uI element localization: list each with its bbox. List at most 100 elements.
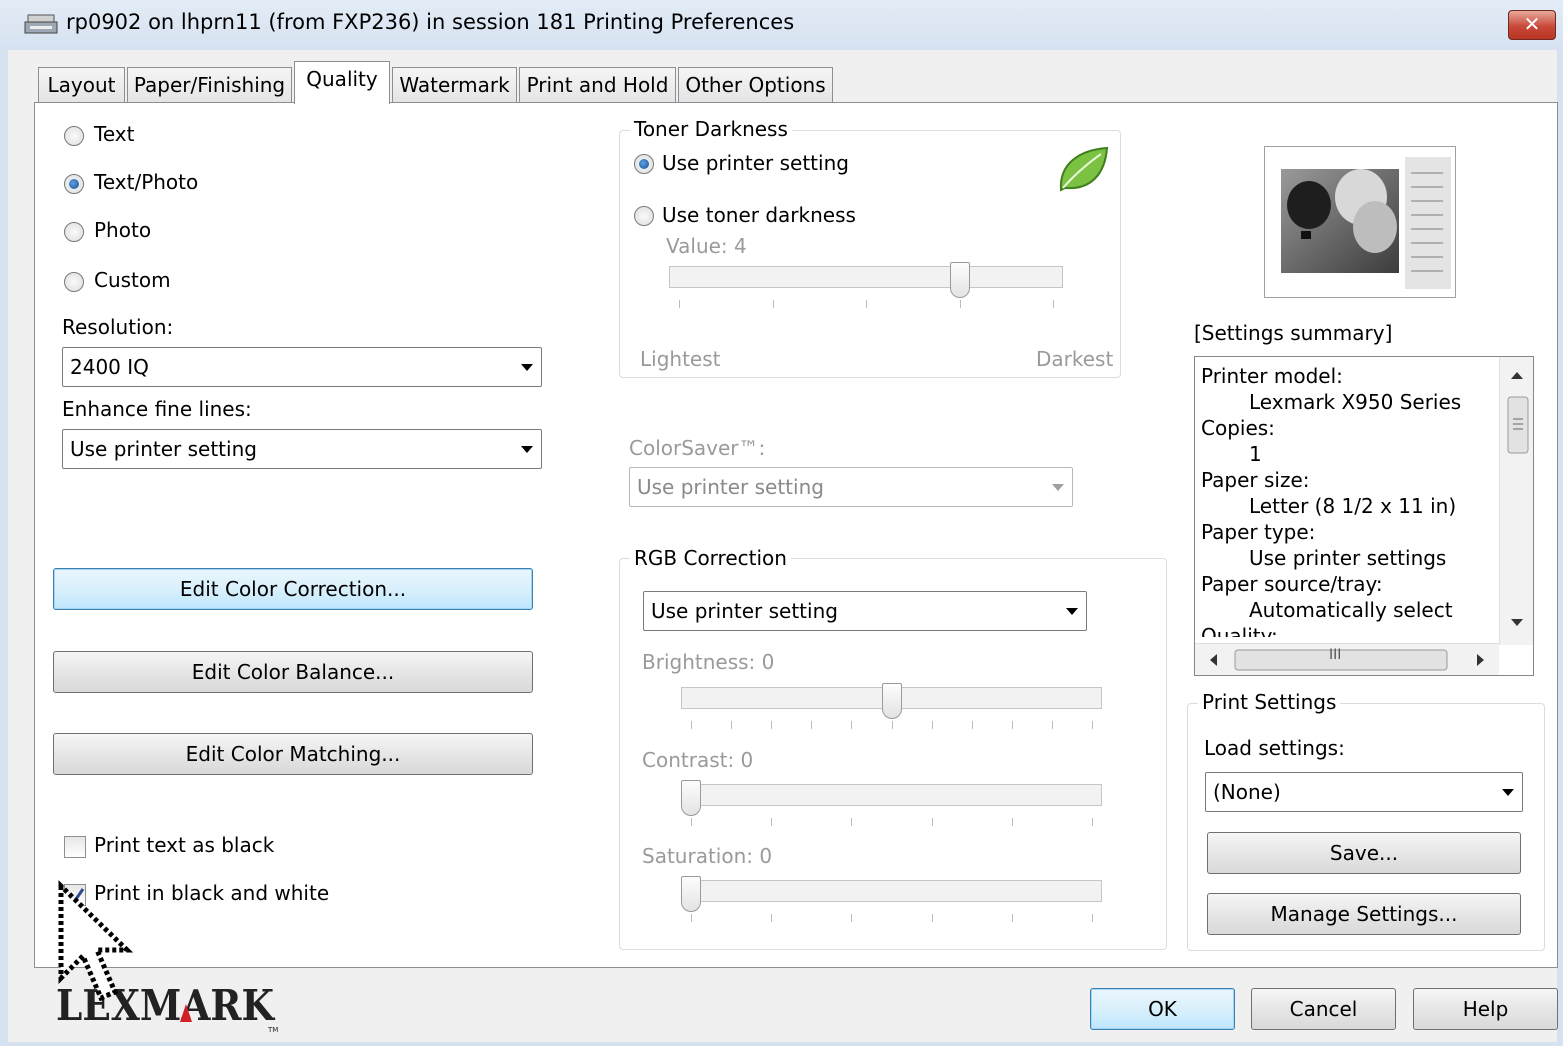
radio-use-toner-darkness[interactable] [634,206,654,226]
toner-value-label: Value: 4 [666,234,747,258]
tab-watermark[interactable]: Watermark [392,67,517,103]
toner-darkness-title: Toner Darkness [630,117,792,141]
summary-value: Lexmark X950 Series [1249,390,1462,414]
radio-text[interactable] [64,126,84,146]
slider-tick [771,721,773,729]
chevron-down-icon [521,364,533,371]
slider-tick [771,818,773,826]
colorsaver-value: Use printer setting [637,475,824,499]
slider-tick [931,818,933,826]
slider-tick [851,914,853,922]
slider-tick [1011,721,1013,729]
resolution-value: 2400 IQ [70,355,149,379]
hscroll-grip: III [1329,647,1342,663]
print-text-black-label: Print text as black [94,833,275,857]
summary-key: Copies: [1201,416,1275,440]
hscrollbar-graphic [1210,649,1484,671]
radio-photo[interactable] [64,222,84,242]
svg-text:TM: TM [267,1026,278,1034]
print-text-black-checkbox[interactable] [64,836,86,858]
radio-custom-label: Custom [94,268,171,292]
tab-print-and-hold[interactable]: Print and Hold [519,67,676,103]
load-settings-select[interactable]: (None) [1205,772,1523,812]
scroll-up-icon [1511,372,1523,379]
slider-tick [1051,721,1053,729]
colorsaver-label: ColorSaver™: [629,436,766,460]
cancel-button[interactable]: Cancel [1251,988,1396,1030]
radio-use-printer-setting[interactable] [634,154,654,174]
resolution-label: Resolution: [62,315,174,339]
rgb-correction-title: RGB Correction [630,546,791,570]
radio-text-photo[interactable] [64,174,84,194]
slider-tick [959,300,961,308]
settings-summary-title: [Settings summary] [1194,321,1393,345]
ok-button[interactable]: OK [1090,988,1235,1030]
summary-key: Paper size: [1201,468,1310,492]
printer-icon [24,14,58,34]
toner-darkest-label: Darkest [1036,347,1114,371]
slider-tick [1053,300,1054,308]
settings-summary-list[interactable]: Printer model: Lexmark X950 Series Copie… [1194,356,1534,676]
close-button[interactable]: ✕ [1508,10,1556,40]
edit-color-correction-button[interactable]: Edit Color Correction... [53,568,533,610]
leaf-icon [1059,146,1109,192]
slider-tick [691,721,692,729]
enhance-fine-lines-value: Use printer setting [70,437,257,461]
window-title: rp0902 on lhprn11 (from FXP236) in sessi… [66,10,795,34]
tab-other-options[interactable]: Other Options [678,67,833,103]
brightness-label: Brightness: 0 [642,650,775,674]
resolution-select[interactable]: 2400 IQ [62,347,542,387]
print-settings-title: Print Settings [1198,690,1341,714]
scrollbar-graphic [1507,372,1529,626]
slider-tick [851,818,853,826]
slider-tick [771,914,773,922]
summary-key: Paper type: [1201,520,1316,544]
summary-horizontal-scrollbar[interactable]: III [1195,643,1499,675]
tab-paper-finishing[interactable]: Paper/Finishing [127,67,292,103]
slider-tick [866,300,867,308]
radio-photo-label: Photo [94,218,152,242]
slider-tick [1011,914,1013,922]
tab-quality[interactable]: Quality [294,61,390,104]
slider-tick [931,721,933,729]
contrast-slider-thumb[interactable] [681,780,701,816]
enhance-fine-lines-select[interactable]: Use printer setting [62,429,542,469]
chevron-down-icon [521,446,533,453]
scroll-thumb [1507,396,1529,454]
use-printer-setting-label: Use printer setting [662,151,849,175]
scroll-left-icon [1210,654,1217,666]
mouse-pointer-icon [58,880,134,1002]
colorsaver-select[interactable]: Use printer setting [629,467,1073,507]
slider-tick [1092,721,1093,729]
rgb-correction-select[interactable]: Use printer setting [643,591,1087,631]
manage-settings-button[interactable]: Manage Settings... [1207,893,1521,935]
edit-color-matching-button[interactable]: Edit Color Matching... [53,733,533,775]
contrast-slider-track [681,784,1102,806]
toner-lightest-label: Lightest [640,347,721,371]
slider-tick [772,300,774,308]
toner-slider-track [669,266,1063,288]
saturation-slider-thumb[interactable] [681,876,701,912]
balloons-preview-image [1281,157,1451,289]
contrast-label: Contrast: 0 [642,748,754,772]
summary-key: Quality: [1201,624,1278,637]
enhance-fine-lines-label: Enhance fine lines: [62,397,252,421]
slider-tick [691,818,692,826]
tab-layout[interactable]: Layout [38,67,125,103]
summary-key: Paper source/tray: [1201,572,1383,596]
radio-custom[interactable] [64,272,84,292]
help-button[interactable]: Help [1413,988,1558,1030]
summary-value: Automatically select [1249,598,1453,622]
scroll-down-icon [1511,619,1523,626]
summary-value: 1 [1249,442,1262,466]
toner-slider-thumb[interactable] [949,262,970,298]
settings-summary-content: Printer model: Lexmark X950 Series Copie… [1201,363,1501,637]
summary-vertical-scrollbar[interactable] [1499,357,1533,645]
slider-tick [971,721,973,729]
save-button[interactable]: Save... [1207,832,1521,874]
edit-color-balance-button[interactable]: Edit Color Balance... [53,651,533,693]
slider-tick [851,721,853,729]
summary-value: Letter (8 1/2 x 11 in) [1249,494,1457,518]
slider-tick [811,721,813,729]
brightness-slider-thumb[interactable] [881,683,902,719]
